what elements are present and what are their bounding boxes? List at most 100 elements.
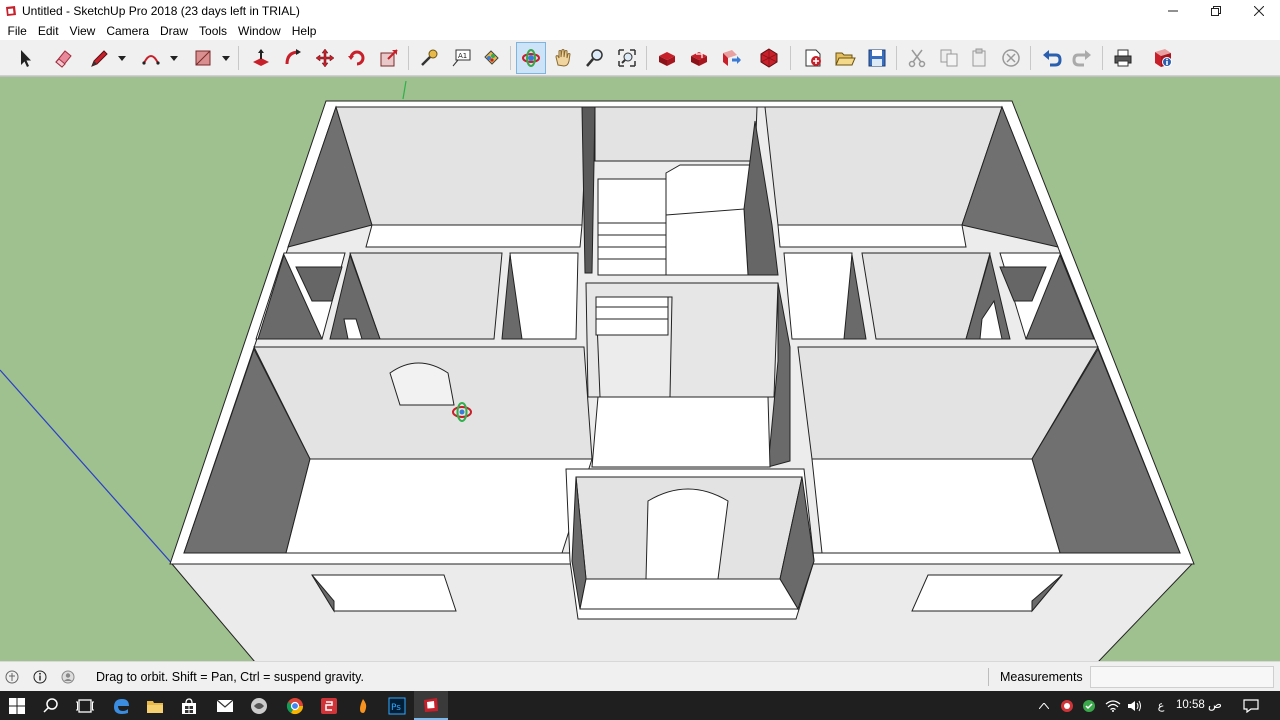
- menu-bar: File Edit View Camera Draw Tools Window …: [0, 22, 1280, 40]
- paste-button[interactable]: [964, 42, 994, 74]
- chrome-app[interactable]: [278, 691, 312, 720]
- redo-icon: [1072, 50, 1091, 67]
- start-button[interactable]: [0, 691, 34, 720]
- arc-tool-button[interactable]: [136, 42, 166, 74]
- print-button[interactable]: [1108, 42, 1138, 74]
- room-back-wall: [783, 252, 853, 340]
- geo-location-icon[interactable]: [4, 669, 20, 685]
- menu-window[interactable]: Window: [233, 22, 287, 40]
- restore-button[interactable]: [1194, 0, 1237, 22]
- pan-tool-button[interactable]: [548, 42, 578, 74]
- arc-dropdown[interactable]: [168, 42, 180, 74]
- pencil-tool-button[interactable]: [84, 42, 114, 74]
- wifi-icon[interactable]: [1104, 691, 1122, 720]
- credits-icon[interactable]: [32, 669, 48, 685]
- zoom-extents-icon: [618, 49, 636, 67]
- toolbar-separator: [408, 46, 409, 70]
- save-icon: [868, 49, 886, 67]
- orbit-icon: [522, 49, 540, 67]
- measurements-input[interactable]: [1090, 666, 1274, 688]
- pencil-dropdown[interactable]: [116, 42, 128, 74]
- chrome-icon: [286, 697, 304, 714]
- scale-icon: [380, 49, 398, 67]
- clock[interactable]: 10:58 ص: [1176, 691, 1222, 720]
- sketchup-taskbar-app[interactable]: [414, 691, 448, 720]
- app-orange-icon: [360, 698, 367, 713]
- text-tool-button[interactable]: A1: [446, 42, 476, 74]
- rectangle-dropdown[interactable]: [220, 42, 232, 74]
- red-pinned-app[interactable]: [312, 691, 346, 720]
- task-view-button[interactable]: [68, 691, 102, 720]
- menu-help[interactable]: Help: [286, 22, 322, 40]
- paint-bucket-icon: [484, 50, 499, 65]
- svg-text:A1: A1: [458, 52, 467, 60]
- file-explorer-app[interactable]: [138, 691, 172, 720]
- search-button[interactable]: [34, 691, 68, 720]
- erase-icon: [1002, 49, 1020, 67]
- mail-app[interactable]: [208, 691, 242, 720]
- follow-me-tool-button[interactable]: [278, 42, 308, 74]
- send-to-layout-icon: [723, 50, 741, 66]
- photoshop-app[interactable]: Ps: [380, 691, 414, 720]
- erase-button[interactable]: [996, 42, 1026, 74]
- room-back-wall: [335, 106, 588, 226]
- send-to-layout-button[interactable]: [716, 42, 746, 74]
- select-tool-button[interactable]: [10, 42, 40, 74]
- action-center-button[interactable]: [1238, 691, 1264, 720]
- new-file-button[interactable]: [798, 42, 828, 74]
- move-icon: [315, 48, 335, 68]
- show-hidden-icons-button[interactable]: [1036, 691, 1052, 720]
- rectangle-tool-button[interactable]: [188, 42, 218, 74]
- tape-measure-tool-button[interactable]: [414, 42, 444, 74]
- title-bar: Untitled - SketchUp Pro 2018 (23 days le…: [0, 0, 1280, 22]
- language-indicator[interactable]: ع: [1152, 691, 1170, 720]
- minimize-icon: [1167, 10, 1178, 12]
- copy-button[interactable]: [934, 42, 964, 74]
- rotate-tool-button[interactable]: [342, 42, 372, 74]
- tray-sync-icon[interactable]: [1080, 691, 1098, 720]
- house-model: [0, 80, 1195, 661]
- model-info-button[interactable]: [1148, 42, 1178, 74]
- extension-warehouse-button[interactable]: [684, 42, 714, 74]
- scale-tool-button[interactable]: [374, 42, 404, 74]
- move-tool-button[interactable]: [310, 42, 340, 74]
- paint-bucket-tool-button[interactable]: [476, 42, 506, 74]
- menu-draw[interactable]: Draw: [155, 22, 194, 40]
- extension-manager-button[interactable]: [754, 42, 784, 74]
- store-app[interactable]: [172, 691, 206, 720]
- zoom-tool-button[interactable]: [580, 42, 610, 74]
- search-icon: [43, 697, 58, 713]
- 3d-warehouse-button[interactable]: [652, 42, 682, 74]
- orange-pinned-app[interactable]: [346, 691, 380, 720]
- volume-icon[interactable]: [1126, 691, 1144, 720]
- menu-edit[interactable]: Edit: [32, 22, 64, 40]
- pinned-app[interactable]: [242, 691, 276, 720]
- orbit-tool-button[interactable]: [516, 42, 546, 74]
- menu-camera[interactable]: Camera: [101, 22, 155, 40]
- push-pull-tool-button[interactable]: [246, 42, 276, 74]
- edge-app[interactable]: [104, 691, 138, 720]
- close-button[interactable]: [1237, 0, 1280, 22]
- user-account-icon[interactable]: [60, 669, 76, 685]
- pencil-icon: [91, 50, 108, 67]
- pan-icon: [555, 49, 571, 67]
- minimize-button[interactable]: [1151, 0, 1194, 22]
- zoom-extents-tool-button[interactable]: [612, 42, 642, 74]
- sketchup-icon: [424, 697, 438, 712]
- store-icon: [182, 697, 196, 714]
- corridor-floor: [591, 396, 771, 468]
- tray-app-icon[interactable]: [1058, 691, 1076, 720]
- drawing-viewport[interactable]: [0, 76, 1280, 661]
- redo-button[interactable]: [1068, 42, 1098, 74]
- large-toolset: A1: [0, 40, 1280, 76]
- menu-view[interactable]: View: [64, 22, 101, 40]
- room-floor-strip: [365, 224, 583, 248]
- save-file-button[interactable]: [862, 42, 892, 74]
- undo-button[interactable]: [1036, 42, 1066, 74]
- menu-tools[interactable]: Tools: [194, 22, 233, 40]
- menu-file[interactable]: File: [2, 22, 32, 40]
- stairs: [597, 178, 667, 276]
- eraser-tool-button[interactable]: [48, 42, 78, 74]
- cut-button[interactable]: [902, 42, 932, 74]
- open-file-button[interactable]: [830, 42, 860, 74]
